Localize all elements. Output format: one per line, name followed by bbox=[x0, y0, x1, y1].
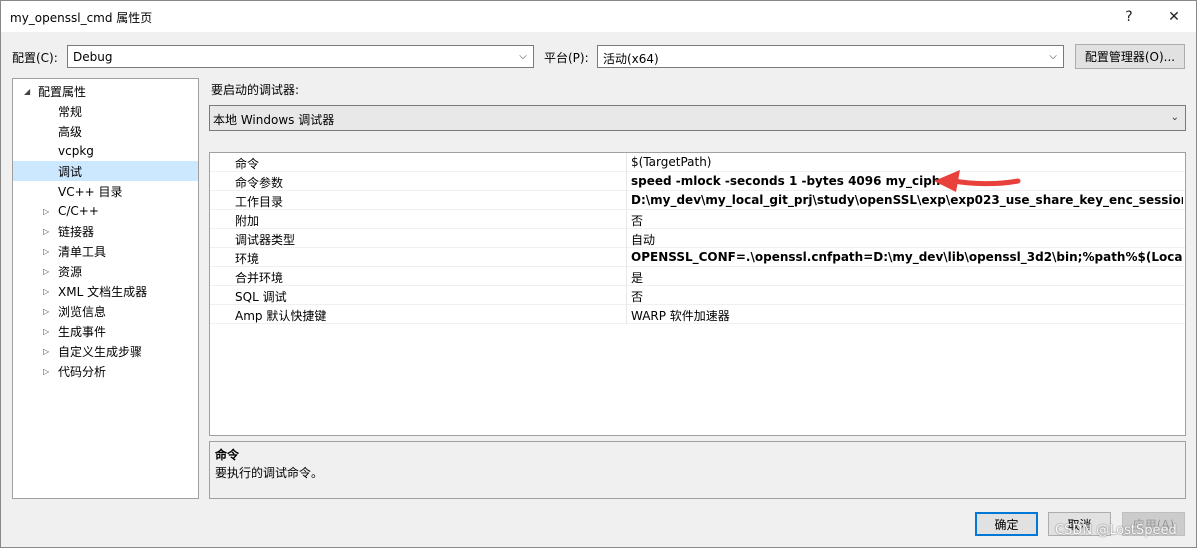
platform-label: 平台(P): bbox=[544, 51, 589, 65]
property-value[interactable]: speed -mlock -seconds 1 -bytes 4096 my_c… bbox=[631, 174, 1183, 188]
configuration-value: Debug bbox=[73, 50, 113, 64]
property-row[interactable]: 命令参数 speed -mlock -seconds 1 -bytes 4096 … bbox=[210, 172, 1185, 191]
expand-triangle-icon[interactable]: ▷ bbox=[43, 247, 49, 256]
tree-item[interactable]: vcpkg bbox=[58, 141, 94, 161]
property-value[interactable]: WARP 软件加速器 bbox=[631, 307, 1183, 324]
description-panel: 命令 要执行的调试命令。 bbox=[209, 441, 1186, 499]
chevron-down-icon: ⌵ bbox=[1049, 50, 1057, 62]
property-row[interactable]: 调试器类型 自动 bbox=[210, 229, 1185, 248]
tree-item[interactable]: 链接器 bbox=[58, 221, 94, 241]
expand-triangle-icon[interactable]: ▷ bbox=[43, 367, 49, 376]
annotation-arrow-icon bbox=[934, 170, 1021, 192]
expand-triangle-icon[interactable]: ▷ bbox=[43, 227, 49, 236]
property-name: 附加 bbox=[235, 214, 260, 228]
tree-item[interactable]: 常规 bbox=[58, 101, 82, 121]
property-name: 合并环境 bbox=[235, 271, 284, 285]
window-title: my_openssl_cmd 属性页 bbox=[10, 11, 153, 25]
property-pages-dialog: my_openssl_cmd 属性页 ? ✕ 配置(C): Debug ⌵ 平台… bbox=[0, 0, 1197, 548]
expand-triangle-icon[interactable]: ▷ bbox=[43, 207, 49, 216]
description-text: 要执行的调试命令。 bbox=[215, 466, 324, 480]
property-row[interactable]: 环境 OPENSSL_CONF=.\openssl.cnfpath=D:\my_d… bbox=[210, 248, 1185, 267]
tree-item[interactable]: 代码分析 bbox=[58, 361, 106, 381]
expand-triangle-icon[interactable]: ▷ bbox=[43, 327, 49, 336]
column-divider bbox=[626, 248, 627, 267]
property-value[interactable]: 否 bbox=[631, 288, 1183, 305]
debugger-label: 要启动的调试器: bbox=[211, 83, 300, 97]
help-button[interactable]: ? bbox=[1106, 1, 1152, 32]
property-value[interactable]: 是 bbox=[631, 269, 1183, 286]
property-grid: 命令 $(TargetPath) 命令参数 speed -mlock -seconds… bbox=[209, 152, 1186, 436]
column-divider bbox=[626, 210, 627, 229]
watermark: CSDN @LostSpeed bbox=[1055, 523, 1177, 538]
expand-triangle-icon[interactable]: ▷ bbox=[43, 307, 49, 316]
debugger-dropdown[interactable]: 本地 Windows 调试器 ⌄ bbox=[209, 105, 1186, 131]
property-row[interactable]: Amp 默认快捷键 WARP 软件加速器 bbox=[210, 305, 1185, 324]
expand-triangle-icon[interactable]: ▷ bbox=[43, 347, 49, 356]
tree-item[interactable]: 自定义生成步骤 bbox=[58, 341, 142, 361]
configuration-dropdown[interactable]: Debug ⌵ bbox=[67, 45, 534, 68]
tree-item[interactable]: 资源 bbox=[58, 261, 82, 281]
column-divider bbox=[626, 286, 627, 305]
tree-item[interactable]: 高级 bbox=[58, 121, 82, 141]
tree-item[interactable]: 生成事件 bbox=[58, 321, 106, 341]
expand-triangle-icon[interactable]: ▷ bbox=[43, 267, 49, 276]
property-name: 命令 bbox=[235, 157, 260, 171]
property-value[interactable]: D:\my_dev\my_local_git_prj\study\openSSL… bbox=[631, 193, 1183, 207]
expand-triangle-icon[interactable]: ▷ bbox=[43, 287, 49, 296]
configuration-label: 配置(C): bbox=[12, 51, 58, 65]
platform-dropdown[interactable]: 活动(x64) ⌵ bbox=[597, 45, 1064, 68]
property-value[interactable]: OPENSSL_CONF=.\openssl.cnfpath=D:\my_dev… bbox=[631, 250, 1183, 264]
chevron-down-icon: ⌄ bbox=[1170, 112, 1179, 123]
column-divider bbox=[626, 172, 627, 191]
property-name: 命令参数 bbox=[235, 176, 284, 190]
tree-item[interactable]: VC++ 目录 bbox=[58, 181, 123, 201]
close-button[interactable]: ✕ bbox=[1151, 1, 1197, 32]
column-divider bbox=[626, 305, 627, 324]
column-divider bbox=[626, 191, 627, 210]
property-name: Amp 默认快捷键 bbox=[235, 309, 327, 323]
column-divider bbox=[626, 267, 627, 286]
platform-value: 活动(x64) bbox=[603, 52, 659, 66]
property-row[interactable]: 工作目录 D:\my_dev\my_local_git_prj\study\ope… bbox=[210, 191, 1185, 210]
property-row[interactable]: 命令 $(TargetPath) bbox=[210, 153, 1185, 172]
property-value[interactable]: 否 bbox=[631, 212, 1183, 229]
debugger-value: 本地 Windows 调试器 bbox=[213, 113, 335, 127]
property-name: 调试器类型 bbox=[235, 233, 296, 247]
property-row[interactable]: 附加 否 bbox=[210, 210, 1185, 229]
property-tree[interactable]: ◢ 配置属性 常规 高级 vcpkg 调试 VC++ 目录 ▷ C/C++ ▷ 链接器 ▷ 清单工具… bbox=[12, 78, 199, 499]
column-divider bbox=[626, 153, 627, 172]
tree-item[interactable]: XML 文档生成器 bbox=[58, 281, 147, 301]
title-bar: my_openssl_cmd 属性页 ? ✕ bbox=[1, 1, 1196, 32]
property-value[interactable]: $(TargetPath) bbox=[631, 155, 1183, 169]
tree-item[interactable]: 清单工具 bbox=[58, 241, 106, 261]
tree-root-configuration-properties[interactable]: 配置属性 bbox=[38, 81, 86, 101]
property-name: 工作目录 bbox=[235, 195, 284, 209]
property-row[interactable]: SQL 调试 否 bbox=[210, 286, 1185, 305]
configuration-manager-button[interactable]: 配置管理器(O)... bbox=[1075, 44, 1185, 69]
tree-item[interactable]: 调试 bbox=[13, 161, 198, 181]
collapse-triangle-icon[interactable]: ◢ bbox=[24, 87, 30, 96]
property-value[interactable]: 自动 bbox=[631, 231, 1183, 248]
chevron-down-icon: ⌵ bbox=[519, 50, 527, 62]
column-divider bbox=[626, 229, 627, 248]
tree-item[interactable]: C/C++ bbox=[58, 201, 99, 221]
property-name: 环境 bbox=[235, 252, 260, 266]
ok-button[interactable]: 确定 bbox=[975, 512, 1038, 536]
tree-item[interactable]: 浏览信息 bbox=[58, 301, 106, 321]
description-title: 命令 bbox=[215, 448, 240, 462]
property-row[interactable]: 合并环境 是 bbox=[210, 267, 1185, 286]
property-name: SQL 调试 bbox=[235, 290, 287, 304]
